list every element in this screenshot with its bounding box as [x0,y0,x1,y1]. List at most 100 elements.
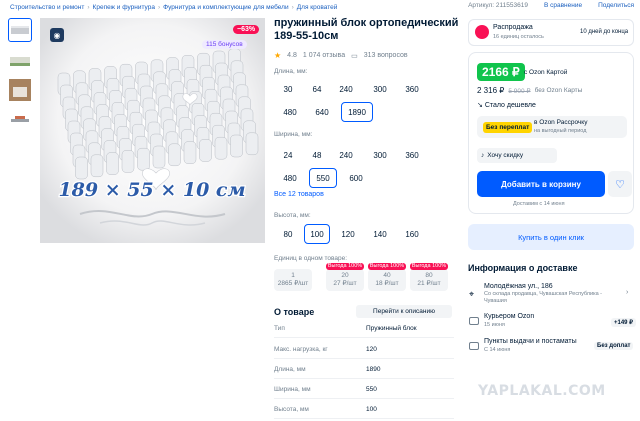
width-option[interactable]: 24 [276,145,300,165]
lens-search-icon[interactable]: ◉ [50,28,64,42]
bell-icon: ♪ [481,152,485,159]
old-price: 5 900 ₽ [508,87,531,95]
truck-icon [469,317,479,325]
breadcrumb-item[interactable]: Фурнитура и комплектующие для мебели [163,4,288,11]
height-option[interactable]: 80 [276,224,300,244]
height-option[interactable]: 120 [334,224,362,244]
length-option[interactable]: 30 [276,79,300,99]
width-option[interactable]: 480 [276,168,304,188]
delivery-title: Информация о доставке [468,263,578,273]
length-option[interactable]: 480 [276,102,304,122]
delivery-address-sub: Со склада продавца, Чувашская Республика… [484,291,603,304]
width-option-selected[interactable]: 550 [309,168,337,188]
unit-price: 2865 ₽/шт [277,280,309,287]
length-option[interactable]: 64 [305,79,329,99]
height-option[interactable]: 160 [398,224,426,244]
breadcrumb-item[interactable]: Для кроватей [297,4,338,11]
length-option[interactable]: 640 [308,102,336,122]
length-option[interactable]: 300 [366,79,394,99]
location-pin-icon: ⌖ [469,289,475,299]
chevron-right-icon[interactable]: › [626,289,628,296]
spec-key: Длина, мм [274,366,306,373]
add-to-cart-button[interactable]: Добавить в корзину [477,171,605,197]
spec-value: 1890 [366,366,381,373]
rating-row: ★ 4.8 1 074 отзыва ▭ 313 вопросов [274,51,408,60]
unit-count: 1 [291,272,295,279]
delivery-address[interactable]: Молодёжная ул., 186 [484,283,553,290]
spec-row: Длина, мм 1890 [274,361,454,379]
height-option-selected[interactable]: 100 [304,224,330,244]
sale-days: 10 дней до конца [580,29,629,35]
unit-count: 20 [341,272,349,279]
breadcrumb: Строительство и ремонт › Крепеж и фурниту… [10,3,338,11]
breadcrumb-item[interactable]: Крепеж и фурнитура [93,4,155,11]
questions-link[interactable]: 313 вопросов [364,52,408,59]
pickup-option[interactable]: Пункты выдачи и постаматы [484,338,577,345]
thumbnail[interactable] [8,48,32,72]
spec-value: Пружинный блок [366,325,417,332]
thumbnail-list [8,18,36,138]
price-drop-note: ↘ Стало дешевле [477,101,536,109]
unit-price: 21 ₽/шт [417,280,441,287]
wish-discount-button[interactable]: ♪ Хочу скидку [477,148,557,163]
to-description-button[interactable]: Перейти к описанию [356,305,452,318]
height-label: Высота, мм: [274,212,311,219]
thumbnail[interactable] [8,18,32,42]
regular-price: 2 316 ₽ [477,86,505,95]
thumbnail[interactable] [8,78,32,102]
width-option[interactable]: 300 [366,145,394,165]
height-option[interactable]: 140 [366,224,394,244]
watermark: YAPLAKAL.COM [478,383,606,399]
profit-tag: Выгода 100% [326,263,364,270]
product-image[interactable]: 189 × 55 × 10 см [40,18,265,243]
profit-tag: Выгода 100% [368,263,406,270]
unit-option[interactable]: Выгода 100% 40 18 ₽/шт [368,263,406,291]
spec-value: 120 [366,346,377,353]
unit-option[interactable]: 1 2865 ₽/шт [274,269,312,291]
width-label: Ширина, мм: [274,131,313,138]
spec-row: Высота, мм 100 [274,401,454,419]
about-title: О товаре [274,307,315,317]
unit-count: 40 [383,272,391,279]
spec-key: Макс. нагрузка, кг [274,346,328,353]
length-option[interactable]: 360 [398,79,426,99]
unit-option[interactable]: Выгода 100% 80 21 ₽/шт [410,263,448,291]
breadcrumb-item[interactable]: Строительство и ремонт [10,4,84,11]
product-title: пружинный блок ортопедический 189-55-10с… [274,17,459,42]
bonus-badge[interactable]: 115 бонусов [202,40,247,49]
reviews-link[interactable]: 1 074 отзыва [303,52,345,59]
thumbnail[interactable] [8,108,32,132]
width-option[interactable]: 240 [332,145,360,165]
pickup-date: С 14 июня [484,347,511,353]
profit-tag: Выгода 100% [410,263,448,270]
regular-price-row: 2 316 ₽ 5 900 ₽ без Ozon Карты [477,86,582,95]
installment-subtitle: на выгодный период [534,128,587,134]
rating-value: 4.8 [287,52,297,59]
length-option[interactable]: 240 [332,79,360,99]
spec-row: Ширина, мм 550 [274,381,454,399]
sale-title: Распродажа [493,24,533,31]
courier-option[interactable]: Курьером Ozon [484,313,534,320]
pickup-price: Без доплат [594,342,634,350]
length-option-selected[interactable]: 1890 [341,102,373,122]
compare-link[interactable]: В сравнение [544,2,582,9]
courier-date: 15 июня [484,322,505,328]
buy-one-click-button[interactable]: Купить в один клик [468,224,634,250]
width-option[interactable]: 600 [342,168,370,188]
spec-value: 550 [366,386,377,393]
units-label: Единиц в одном товаре: [274,255,348,262]
width-option[interactable]: 360 [398,145,426,165]
discount-badge: −63% [233,25,260,34]
pickup-box-icon [469,342,479,350]
article-number[interactable]: Артикул: 211553619 [468,2,528,9]
all-products-link[interactable]: Все 12 товаров [274,191,324,198]
sale-icon [475,25,489,39]
favorite-heart-icon[interactable]: ♡ [608,171,632,197]
chat-icon: ▭ [351,52,358,60]
unit-option[interactable]: Выгода 100% 20 27 ₽/шт [326,263,364,291]
top-links: Артикул: 211553619 В сравнение Поделитьс… [468,2,634,9]
top-bar: Строительство и ремонт › Крепеж и фурниту… [0,0,640,14]
width-option[interactable]: 48 [305,145,329,165]
share-link[interactable]: Поделиться [598,2,634,9]
spec-key: Ширина, мм [274,386,311,393]
